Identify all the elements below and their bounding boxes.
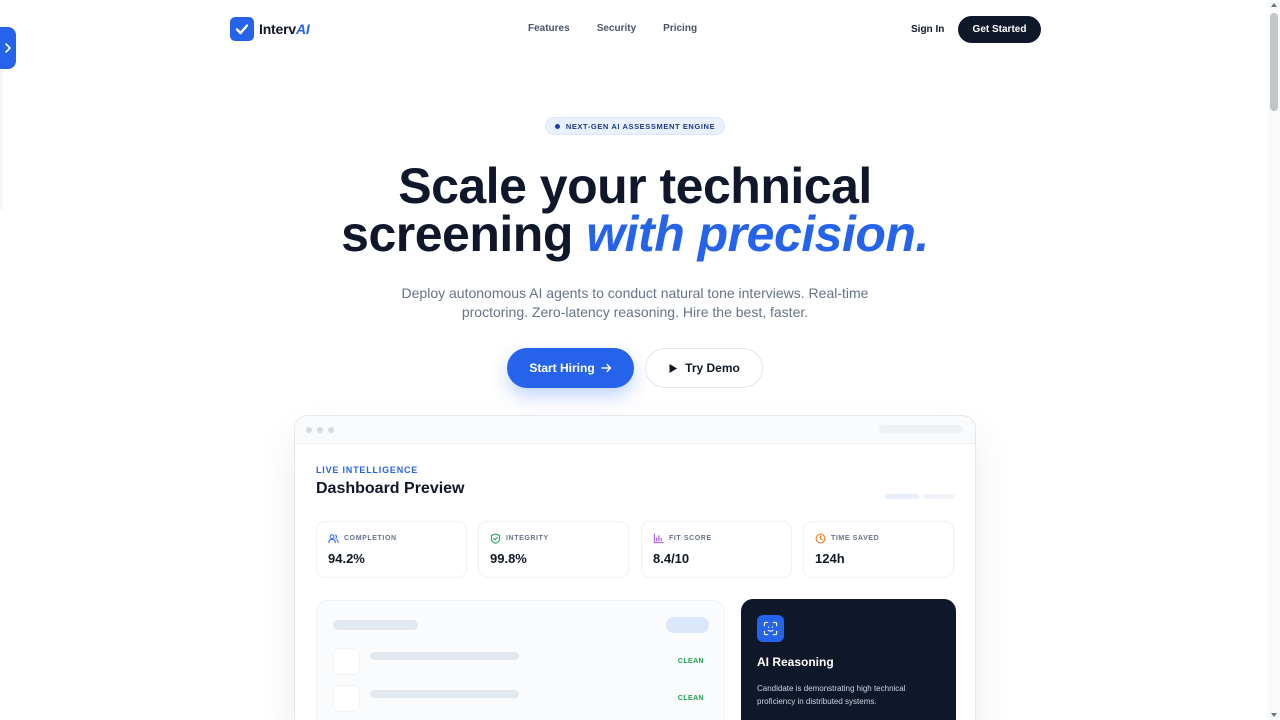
hero-subtitle-line2: proctoring. Zero-latency reasoning. Hire… bbox=[461, 304, 809, 320]
users-icon bbox=[328, 534, 339, 544]
stat-value: 124h bbox=[815, 551, 845, 566]
stat-value: 94.2% bbox=[328, 551, 365, 566]
brand-logo[interactable]: IntervAI bbox=[230, 17, 310, 41]
scan-face-icon bbox=[757, 615, 784, 642]
clock-icon bbox=[815, 533, 826, 544]
stat-card-time-saved: TIME SAVED 124h bbox=[803, 521, 954, 578]
bar-chart-icon bbox=[653, 533, 664, 544]
skeleton-title bbox=[333, 620, 418, 630]
nav-links: Features Security Pricing bbox=[528, 23, 697, 34]
skeleton-line bbox=[370, 652, 519, 660]
badge-dot-icon bbox=[554, 123, 560, 129]
scroll-up-arrow-icon[interactable] bbox=[1271, 3, 1277, 7]
start-hiring-button[interactable]: Start Hiring bbox=[507, 348, 634, 388]
ai-reasoning-title: AI Reasoning bbox=[757, 655, 834, 669]
top-nav: IntervAI Features Security Pricing Sign … bbox=[230, 16, 1041, 43]
start-hiring-label: Start Hiring bbox=[529, 361, 595, 375]
window-dot-icon bbox=[328, 427, 334, 433]
window-titlebar bbox=[295, 416, 975, 444]
hero-headline-line2: screening with precision. bbox=[341, 206, 929, 262]
check-icon bbox=[230, 17, 254, 41]
dashboard-eyebrow: LIVE INTELLIGENCE bbox=[316, 465, 419, 475]
chevron-right-icon bbox=[5, 43, 11, 53]
ai-reasoning-body: Candidate is demonstrating high technica… bbox=[757, 684, 906, 706]
nav-link-features[interactable]: Features bbox=[528, 23, 570, 34]
try-demo-button[interactable]: Try Demo bbox=[645, 348, 763, 388]
nav-link-security[interactable]: Security bbox=[597, 23, 636, 34]
window-dot-icon bbox=[306, 427, 312, 433]
hero-subtitle-line1: Deploy autonomous AI agents to conduct n… bbox=[401, 285, 869, 301]
brand-name: IntervAI bbox=[259, 21, 310, 37]
page-scrollbar[interactable] bbox=[1268, 0, 1280, 720]
skeleton-avatar bbox=[333, 648, 360, 675]
status-badge: CLEAN bbox=[677, 658, 704, 665]
skeleton-bar bbox=[885, 494, 919, 499]
dashboard-title: Dashboard Preview bbox=[316, 480, 465, 497]
hero-badge-text: NEXT-GEN AI ASSESSMENT ENGINE bbox=[565, 121, 716, 131]
stat-card-completion: COMPLETION 94.2% bbox=[316, 521, 467, 578]
get-started-button[interactable]: Get Started bbox=[958, 16, 1041, 43]
stat-card-integrity: INTEGRITY 99.8% bbox=[478, 521, 629, 578]
skeleton-avatar bbox=[333, 685, 360, 712]
hero-headline-line1: Scale your technical bbox=[398, 158, 872, 214]
hero-headline-accent: with precision. bbox=[586, 206, 929, 262]
stat-value: 8.4/10 bbox=[653, 551, 690, 566]
hero-badge: NEXT-GEN AI ASSESSMENT ENGINE bbox=[545, 117, 725, 135]
sidebar-toggle-button[interactable] bbox=[0, 27, 16, 69]
stat-value: 99.8% bbox=[490, 551, 527, 566]
play-icon bbox=[669, 363, 678, 373]
stat-card-fit-score: FIT SCORE 8.4/10 bbox=[641, 521, 792, 578]
scroll-down-arrow-icon[interactable] bbox=[1271, 713, 1277, 717]
skeleton-bar bbox=[923, 494, 955, 499]
sign-in-link[interactable]: Sign In bbox=[911, 24, 944, 35]
window-url-placeholder bbox=[879, 425, 963, 434]
status-badge: CLEAN bbox=[677, 695, 704, 702]
skeleton-line bbox=[370, 690, 519, 698]
nav-link-pricing[interactable]: Pricing bbox=[663, 23, 697, 34]
shield-check-icon bbox=[490, 533, 501, 544]
ai-reasoning-panel: AI Reasoning Candidate is demonstrating … bbox=[741, 599, 956, 720]
candidate-list-panel: CLEAN CLEAN bbox=[316, 600, 725, 720]
window-dot-icon bbox=[317, 427, 323, 433]
dashboard-preview-window: LIVE INTELLIGENCE Dashboard Preview COMP… bbox=[294, 415, 976, 720]
scroll-thumb[interactable] bbox=[1270, 13, 1278, 111]
try-demo-label: Try Demo bbox=[685, 361, 740, 375]
arrow-right-icon bbox=[600, 363, 611, 373]
skeleton-chip bbox=[666, 617, 709, 633]
